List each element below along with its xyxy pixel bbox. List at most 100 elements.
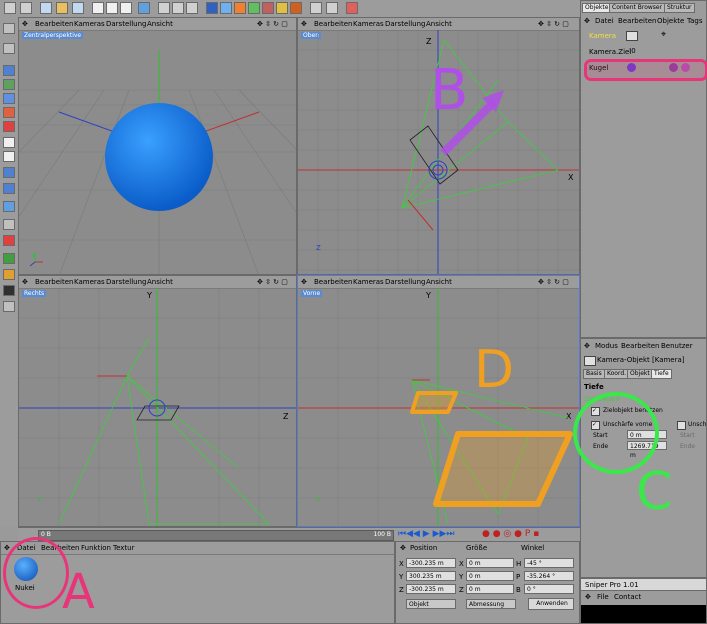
redo-icon[interactable] — [20, 2, 32, 14]
menu-mode[interactable]: Modus — [595, 342, 618, 350]
apply-button[interactable]: Anwenden — [528, 598, 574, 610]
menu-file[interactable]: File — [597, 593, 609, 601]
rot-h-field[interactable]: -45 ° — [524, 558, 574, 568]
tab-depth[interactable]: Tiefe — [651, 369, 672, 379]
y-axis-lock-icon[interactable] — [106, 2, 118, 14]
coordinate-menu-icon[interactable]: ✥ — [400, 544, 406, 552]
cursor-icon[interactable] — [326, 2, 338, 14]
menu-view[interactable]: Ansicht — [147, 278, 173, 286]
sculpt-icon[interactable] — [3, 285, 15, 296]
object-row-camera[interactable]: Kamera ⌖ — [581, 29, 706, 43]
menu-user[interactable]: Benutzer — [661, 342, 693, 350]
nurbs-icon[interactable] — [234, 2, 246, 14]
menu-edit[interactable]: Bearbeiten — [621, 342, 659, 350]
menu-display[interactable]: Darstellung — [106, 278, 146, 286]
scene-icon[interactable] — [276, 2, 288, 14]
attribute-menu-icon[interactable]: ✥ — [584, 342, 590, 350]
render-picture-icon[interactable] — [172, 2, 184, 14]
menu-view[interactable]: Ansicht — [147, 20, 173, 28]
object-tool-icon[interactable] — [3, 65, 15, 76]
paint-icon[interactable] — [3, 269, 15, 280]
viewport-front[interactable]: ✥ Bearbeiten Kameras Darstellung Ansicht… — [297, 275, 580, 527]
animation-tool-icon[interactable] — [3, 183, 15, 194]
checker2-icon[interactable] — [3, 151, 15, 162]
coordinate-system-icon[interactable] — [138, 2, 150, 14]
texture-tool-icon[interactable] — [3, 79, 15, 90]
rot-b-field[interactable]: 0 ° — [524, 584, 574, 594]
rotate-tool-icon[interactable] — [72, 2, 84, 14]
coordinate-mode-select[interactable]: Objekt — [406, 599, 456, 609]
viewport-menu-icon[interactable]: ✥ — [22, 20, 28, 28]
cube-icon[interactable] — [206, 2, 218, 14]
viewport-menu-icon[interactable]: ✥ — [22, 278, 28, 286]
menu-edit[interactable]: Bearbeiten — [35, 20, 73, 28]
undo-icon[interactable] — [4, 2, 16, 14]
render-view-icon[interactable] — [158, 2, 170, 14]
viewport-top[interactable]: ✥ Bearbeiten Kameras Darstellung Ansicht… — [297, 17, 580, 275]
target-icon[interactable] — [346, 2, 358, 14]
make-editable-icon[interactable] — [3, 23, 15, 34]
menu-contact[interactable]: Contact — [614, 593, 641, 601]
tab-basis[interactable]: Basis — [583, 369, 605, 379]
size-z-label: Z — [459, 586, 464, 594]
z-axis-lock-icon[interactable] — [120, 2, 132, 14]
header-rotation: Winkel — [521, 544, 545, 552]
pos-x-field[interactable]: -300.235 m — [406, 558, 456, 568]
scale-tool-icon[interactable] — [56, 2, 68, 14]
size-mode-select[interactable]: Abmessung — [466, 599, 516, 609]
menu-cameras[interactable]: Kameras — [74, 278, 105, 286]
deformer-icon[interactable] — [262, 2, 274, 14]
object-row-camera-target[interactable]: Kamera.Ziel ⁞0 — [581, 45, 706, 59]
menu-display[interactable]: Darstellung — [106, 20, 146, 28]
plugin-menu-icon[interactable]: ✥ — [585, 593, 591, 601]
menu-tags[interactable]: Tags — [687, 17, 703, 25]
record-controls[interactable]: ● ● ◎ ● P ▪ — [482, 529, 539, 539]
camera-icon[interactable] — [290, 2, 302, 14]
size-x-field[interactable]: 0 m — [466, 558, 514, 568]
array-icon[interactable] — [248, 2, 260, 14]
snap-tool-icon[interactable] — [3, 201, 15, 212]
tab-coord[interactable]: Koord. — [604, 369, 630, 379]
checker-icon[interactable] — [3, 137, 15, 148]
viewport-right[interactable]: ✥ Bearbeiten Kameras Darstellung Ansicht… — [18, 275, 297, 527]
tab-structure[interactable]: Struktur — [664, 3, 695, 13]
axis-tool-icon[interactable] — [3, 93, 15, 104]
workplane-icon[interactable] — [3, 219, 15, 230]
viewport-nav-icons[interactable]: ✥ ⇳ ↻ ▢ — [257, 20, 288, 28]
size-y-field[interactable]: 0 m — [466, 571, 514, 581]
size-z-field[interactable]: 0 m — [466, 584, 514, 594]
rear-blur-checkbox[interactable] — [677, 421, 686, 430]
edges-tool-icon[interactable] — [3, 121, 15, 132]
rot-p-field[interactable]: -35.264 ° — [524, 571, 574, 581]
menu-file[interactable]: Datei — [595, 17, 614, 25]
pos-z-field[interactable]: -300.235 m — [406, 584, 456, 594]
menu-objects[interactable]: Objekte — [657, 17, 684, 25]
points-tool-icon[interactable] — [3, 107, 15, 118]
move-tool-icon[interactable] — [40, 2, 52, 14]
polygons-tool-icon[interactable] — [3, 167, 15, 178]
menu-texture[interactable]: Textur — [113, 544, 134, 552]
menu-cameras[interactable]: Kameras — [74, 20, 105, 28]
viewport-nav-icons[interactable]: ✥ ⇳ ↻ ▢ — [257, 278, 288, 286]
viewport-perspective[interactable]: ✥ Bearbeiten Kameras Darstellung Ansicht… — [18, 17, 297, 275]
layout-icon[interactable] — [3, 301, 15, 312]
symmetry-icon[interactable] — [3, 253, 15, 264]
annotation-c: C — [636, 462, 673, 522]
tab-objects[interactable]: Objekte — [582, 3, 612, 13]
rot-b-label: B — [516, 586, 521, 594]
object-menu-icon[interactable]: ✥ — [584, 17, 590, 25]
render-settings-icon[interactable] — [186, 2, 198, 14]
tab-content-browser[interactable]: Content Browser — [609, 3, 666, 13]
timeline-ruler[interactable]: 0 B 100 B — [38, 530, 394, 541]
spline-icon[interactable] — [220, 2, 232, 14]
menu-edit[interactable]: Bearbeiten — [35, 278, 73, 286]
tab-object[interactable]: Objekt — [627, 369, 653, 379]
pos-y-field[interactable]: 300.235 m — [406, 571, 456, 581]
x-axis-lock-icon[interactable] — [92, 2, 104, 14]
select-icon[interactable] — [310, 2, 322, 14]
playback-controls[interactable]: ⏮◀◀ ▶ ▶▶⏭ — [398, 529, 455, 539]
model-tool-icon[interactable] — [3, 43, 15, 54]
menu-edit[interactable]: Bearbeiten — [618, 17, 656, 25]
soft-selection-icon[interactable] — [3, 235, 15, 246]
menu-function[interactable]: Funktion — [81, 544, 111, 552]
